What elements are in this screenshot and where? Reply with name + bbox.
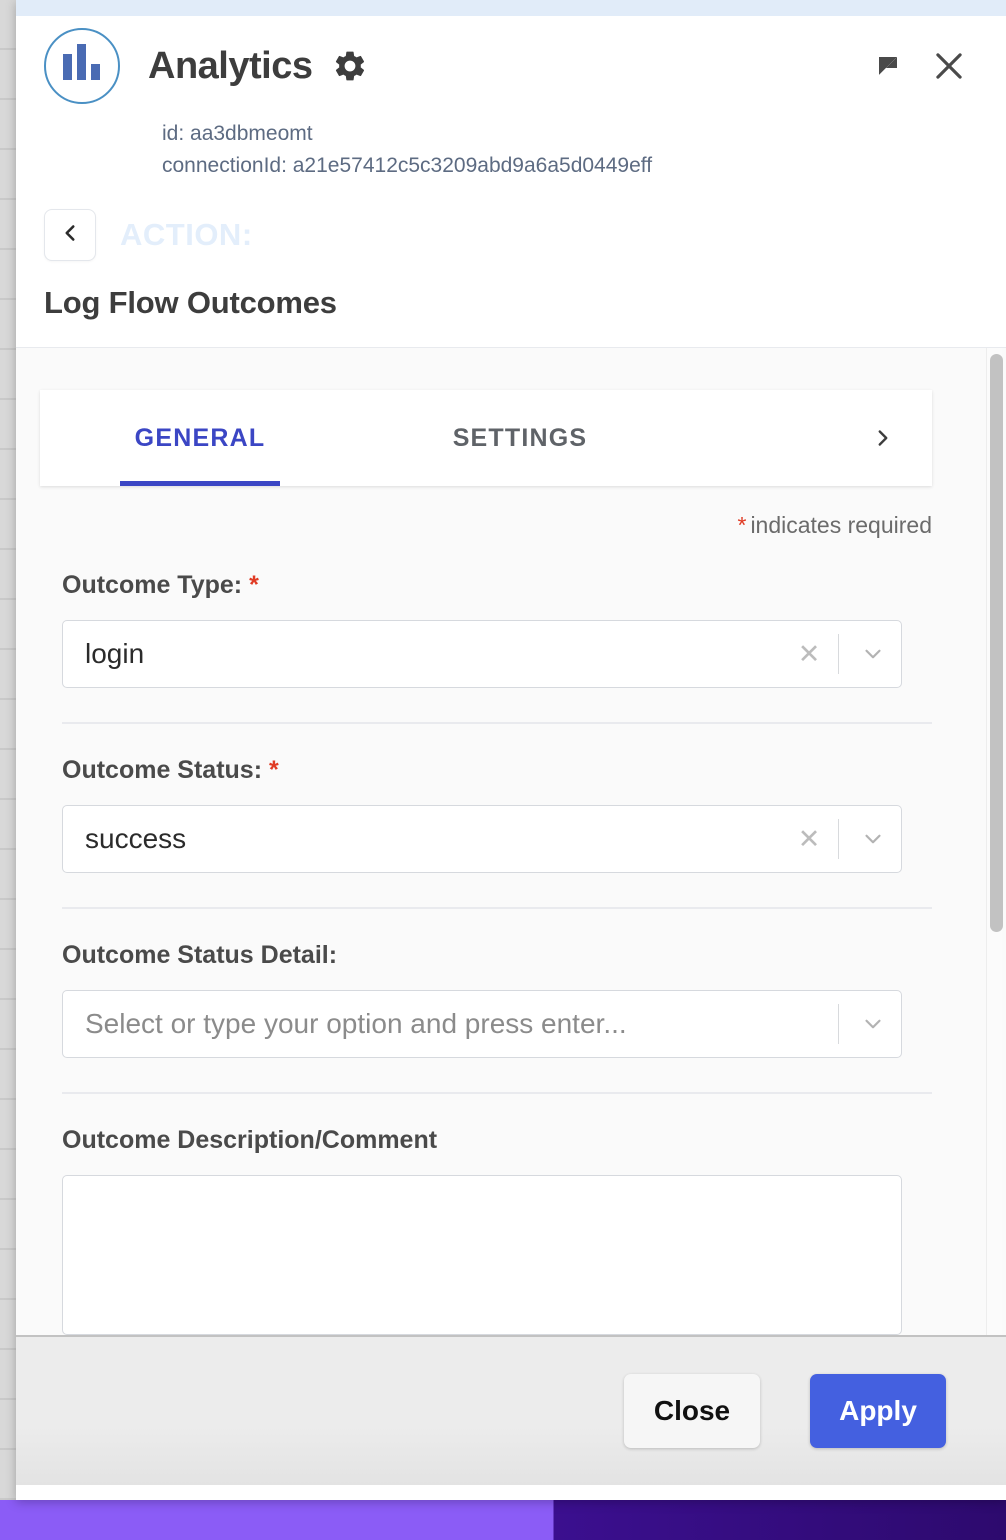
field-divider bbox=[62, 1092, 932, 1094]
label-text: Outcome Description/Comment bbox=[62, 1126, 438, 1154]
field-outcome-description: Outcome Description/Comment bbox=[40, 1126, 932, 1335]
chevron-down-icon[interactable] bbox=[845, 1011, 901, 1037]
field-outcome-status-label: Outcome Status: * bbox=[62, 756, 932, 785]
chevron-left-icon bbox=[57, 220, 83, 251]
modal-footer: Close Apply bbox=[16, 1335, 1006, 1485]
clear-x-icon[interactable]: ✕ bbox=[786, 639, 832, 670]
close-icon[interactable] bbox=[930, 47, 968, 85]
instance-id: id: aa3dbmeomt bbox=[162, 122, 313, 145]
tab-settings[interactable]: SETTINGS bbox=[360, 390, 680, 486]
required-asterisk: * bbox=[268, 756, 279, 784]
bar-chart-icon bbox=[44, 28, 120, 104]
tab-general[interactable]: GENERAL bbox=[40, 390, 360, 486]
field-divider bbox=[62, 907, 932, 909]
modal-meta: id: aa3dbmeomt connectionId: a21e57412c5… bbox=[162, 118, 982, 181]
window-controls bbox=[876, 47, 982, 85]
outcome-description-textarea[interactable] bbox=[62, 1175, 902, 1335]
clear-x-icon[interactable]: ✕ bbox=[786, 824, 832, 855]
field-outcome-status-detail-label: Outcome Status Detail: bbox=[62, 941, 932, 970]
restore-window-icon[interactable] bbox=[876, 54, 900, 78]
chevron-down-icon[interactable] bbox=[845, 826, 901, 852]
field-outcome-type-label: Outcome Type: * bbox=[62, 571, 932, 600]
connection-id: connectionId: a21e57412c5c3209abd9a6a5d0… bbox=[162, 153, 653, 177]
field-outcome-description-label: Outcome Description/Comment bbox=[62, 1126, 932, 1155]
control-divider bbox=[838, 634, 839, 674]
tab-general-label: GENERAL bbox=[134, 423, 266, 452]
required-note: * indicates required bbox=[40, 512, 932, 539]
tab-settings-label: SETTINGS bbox=[452, 423, 588, 452]
label-text: Outcome Type: bbox=[62, 571, 243, 599]
chevron-right-icon[interactable] bbox=[870, 390, 932, 486]
control-divider bbox=[838, 819, 839, 859]
breadcrumb: ACTION: bbox=[44, 209, 982, 261]
outcome-status-detail-select[interactable]: Select or type your option and press ent… bbox=[62, 990, 902, 1058]
required-asterisk: * bbox=[249, 571, 259, 599]
close-button[interactable]: Close bbox=[624, 1374, 760, 1448]
outcome-status-detail-placeholder: Select or type your option and press ent… bbox=[85, 1008, 627, 1039]
field-outcome-type: Outcome Type: * login ✕ bbox=[40, 571, 932, 688]
gear-icon[interactable] bbox=[332, 48, 368, 84]
modal-body: GENERAL SETTINGS * indicates required Out… bbox=[16, 347, 1006, 1335]
required-note-text: indicates required bbox=[750, 512, 932, 538]
field-divider bbox=[62, 722, 932, 724]
back-button[interactable] bbox=[44, 209, 96, 261]
chevron-down-icon[interactable] bbox=[845, 641, 901, 667]
scrollbar-thumb[interactable] bbox=[990, 354, 1003, 932]
required-asterisk: * bbox=[737, 512, 747, 538]
apply-button[interactable]: Apply bbox=[810, 1374, 946, 1448]
field-outcome-status: Outcome Status: * success ✕ bbox=[40, 756, 932, 873]
background-app-strip bbox=[0, 0, 16, 1500]
control-divider bbox=[838, 1004, 839, 1044]
tab-bar: GENERAL SETTINGS bbox=[40, 390, 932, 486]
header-top-row: Analytics bbox=[40, 16, 982, 104]
field-outcome-status-detail: Outcome Status Detail: Select or type yo… bbox=[40, 941, 932, 1058]
page-title: Log Flow Outcomes bbox=[44, 285, 337, 320]
modal-header: Analytics id: aa3dbmeomt connectionId: a… bbox=[16, 16, 1006, 347]
label-text: Outcome Status: bbox=[62, 756, 263, 784]
analytics-modal-window: Analytics id: aa3dbmeomt connectionId: a… bbox=[16, 0, 1006, 1500]
outcome-type-value: login bbox=[85, 638, 145, 669]
action-label: ACTION: bbox=[120, 217, 253, 252]
scroll-area: GENERAL SETTINGS * indicates required Out… bbox=[16, 348, 1006, 1335]
outcome-status-value: success bbox=[85, 823, 187, 854]
vertical-scrollbar[interactable] bbox=[986, 348, 1003, 1335]
app-title: Analytics bbox=[148, 44, 313, 87]
outcome-status-select[interactable]: success ✕ bbox=[62, 805, 902, 873]
window-accent-bar bbox=[16, 0, 1006, 16]
outcome-type-select[interactable]: login ✕ bbox=[62, 620, 902, 688]
label-text: Outcome Status Detail: bbox=[62, 941, 338, 969]
